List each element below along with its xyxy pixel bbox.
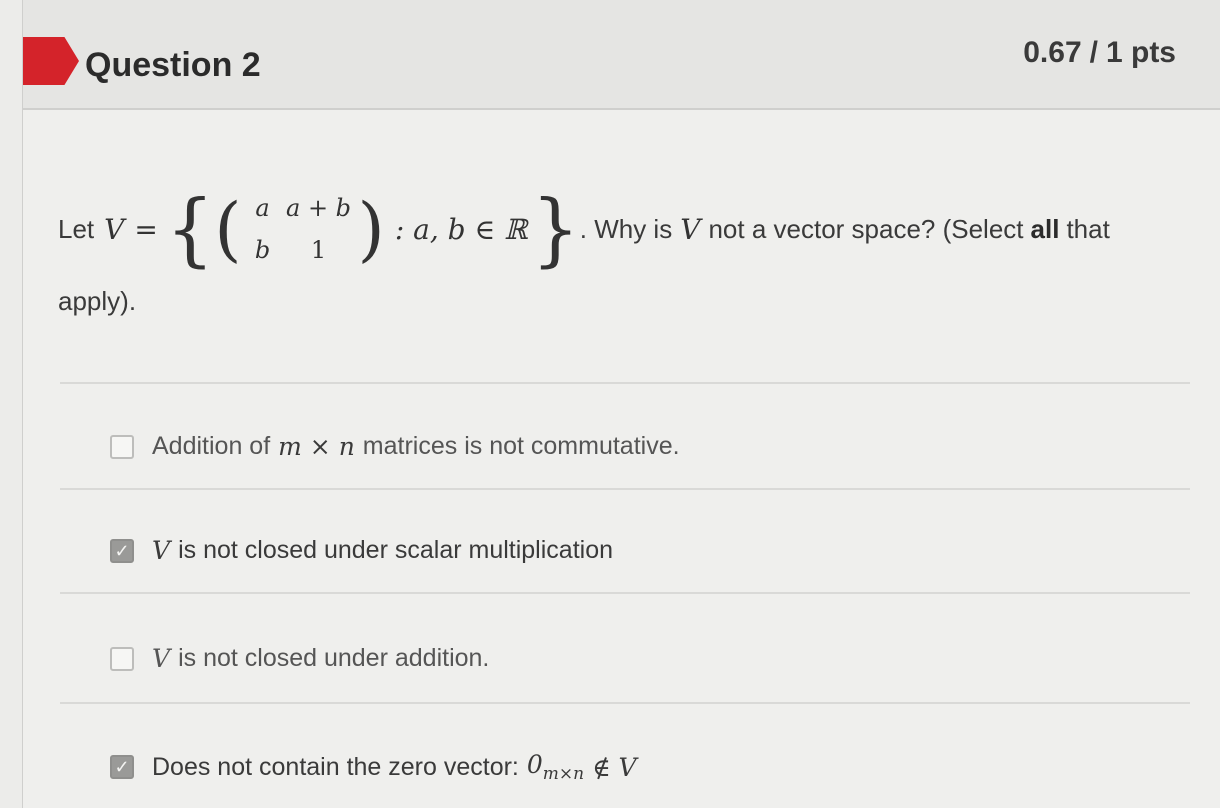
points-score: 0.67 — [1023, 36, 1082, 69]
prompt-question-bold: all — [1031, 214, 1060, 245]
question-prompt: Let V = { ( a a + b b 1 ) : a, b ∈ ℝ } .… — [58, 184, 1110, 274]
question-points: 0.67/1 pts — [1023, 36, 1176, 70]
question-title: Question 2 — [85, 46, 261, 84]
question-header: Question 2 0.67/1 pts — [22, 0, 1220, 110]
answer-option-2[interactable]: ✓ V is not closed under scalar multiplic… — [110, 536, 613, 565]
points-separator: / — [1089, 36, 1098, 69]
option-1-math: m × n — [278, 432, 355, 461]
prompt-question-var: V — [680, 212, 701, 246]
zero-symbol: 0 — [526, 750, 543, 779]
option-3-math: V — [152, 644, 171, 673]
divider — [60, 592, 1190, 594]
option-4-math-zero: 0m×n — [527, 750, 584, 784]
prompt-question-pre: . Why is — [579, 213, 673, 244]
option-2-text-post: is not closed under scalar multiplicatio… — [178, 536, 613, 564]
divider — [60, 702, 1190, 704]
divider — [60, 488, 1190, 490]
set-brace-close: } — [531, 181, 580, 276]
checkmark-icon: ✓ — [114, 540, 130, 561]
prompt-var-v: V — [104, 212, 125, 246]
prompt-all-bold: all — [1030, 213, 1060, 244]
matrix-r2c2: 1 — [310, 236, 327, 264]
checkbox-option-1[interactable] — [110, 434, 134, 459]
option-1-text-post: matrices is not commutative. — [362, 432, 680, 460]
prompt-question-mid: not a vector space? (Select — [708, 213, 1024, 244]
zero-subscript: m×n — [542, 764, 585, 784]
current-question-flag-icon — [23, 37, 79, 85]
points-total: 1 pts — [1105, 36, 1176, 69]
divider — [60, 382, 1190, 384]
option-2-math: V — [152, 536, 171, 565]
matrix-paren-close: ) — [357, 188, 385, 270]
set-condition: : a, b ∈ ℝ — [394, 212, 528, 246]
option-1-text-pre: Addition of — [152, 432, 271, 460]
option-4-text-pre: Does not contain the zero vector: — [152, 752, 519, 781]
matrix-paren-open: ( — [214, 188, 242, 270]
checkmark-icon: ✓ — [114, 757, 130, 777]
checkbox-option-3[interactable] — [110, 646, 134, 671]
option-3-text-post: is not closed under addition. — [178, 644, 490, 672]
option-4-math-post: ∉ V — [592, 752, 637, 782]
answer-option-4[interactable]: ✓ Does not contain the zero vector: 0m×n… — [110, 750, 637, 784]
checkbox-option-2[interactable]: ✓ — [110, 538, 134, 563]
matrix-r1c2: a + b — [286, 194, 352, 222]
prompt-line2: apply). — [58, 286, 137, 316]
answer-option-3[interactable]: V is not closed under addition. — [110, 644, 489, 673]
prompt-let: Let — [58, 213, 95, 244]
matrix: a a + b b 1 — [244, 187, 356, 271]
prompt-question-post: that — [1066, 213, 1110, 244]
set-brace-open: { — [165, 181, 215, 276]
prompt-equals: = — [134, 212, 158, 246]
matrix-r1c1: a — [255, 194, 270, 222]
answer-option-1[interactable]: Addition of m × n matrices is not commut… — [110, 432, 680, 461]
checkbox-option-4[interactable]: ✓ — [110, 755, 134, 779]
matrix-r2c1: b — [254, 236, 271, 264]
